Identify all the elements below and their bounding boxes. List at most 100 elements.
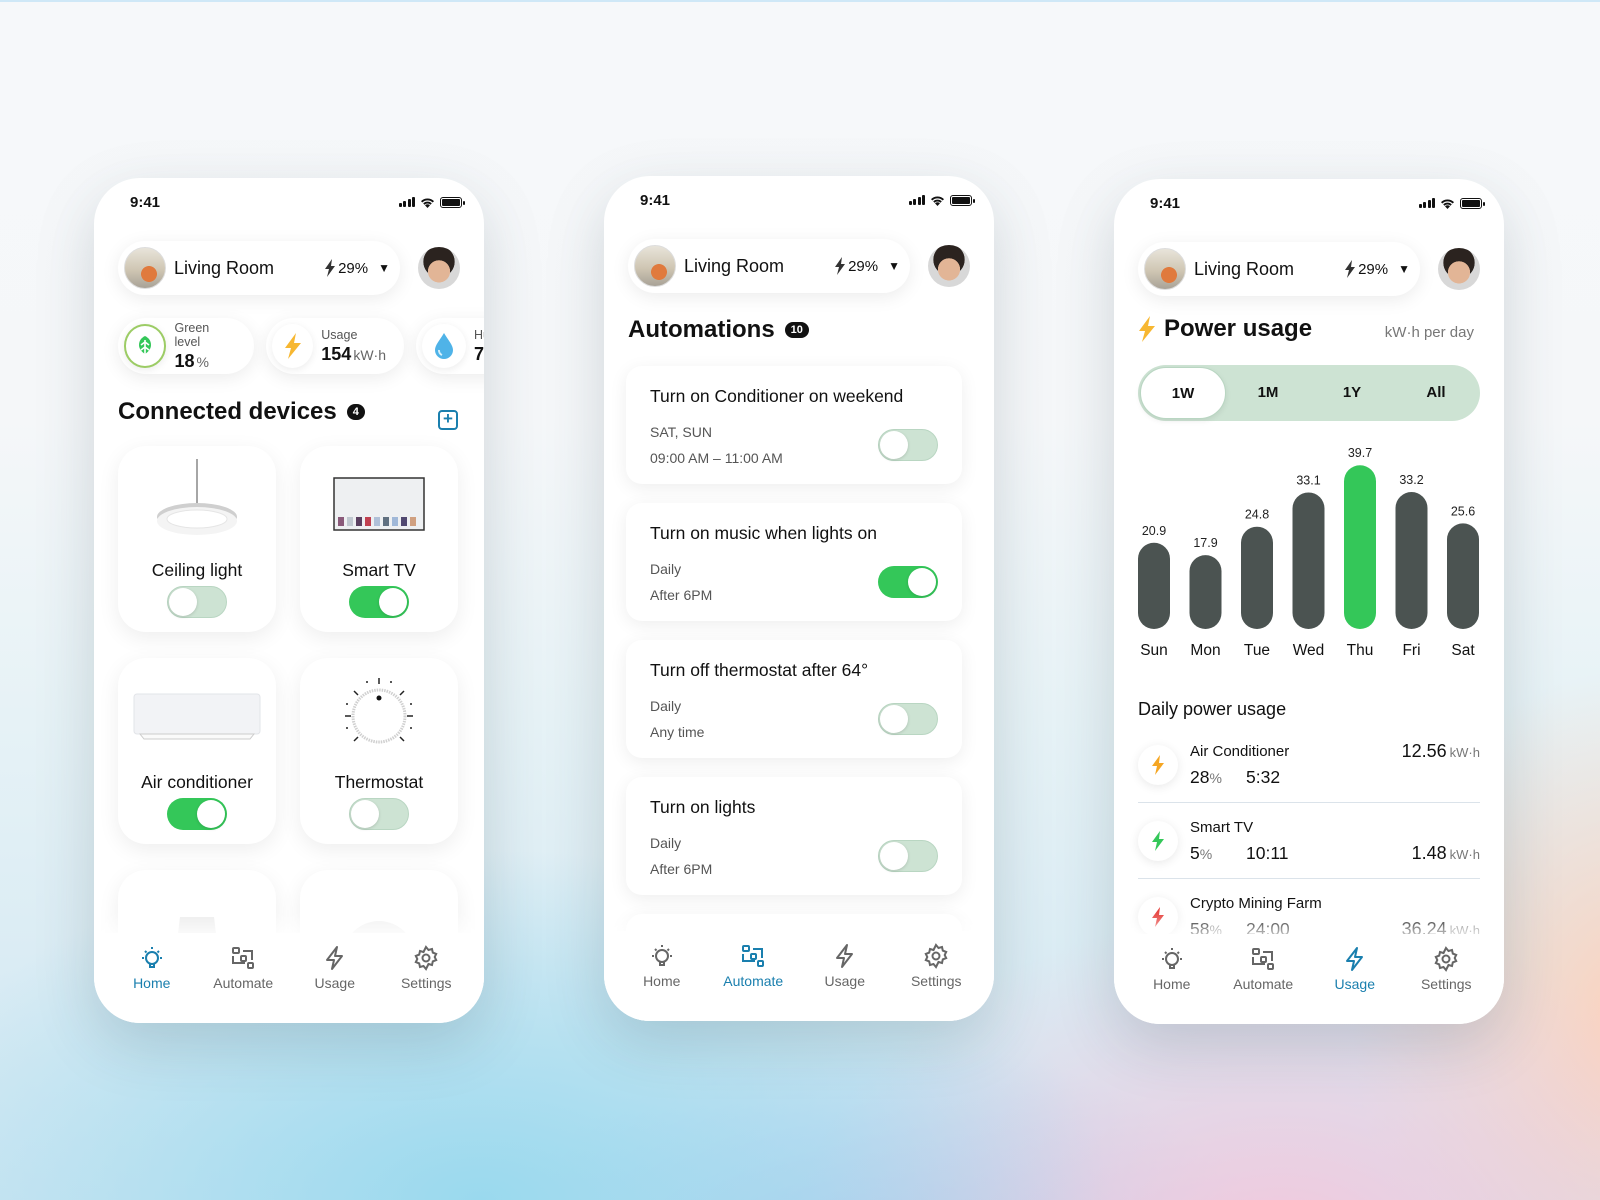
wifi-icon — [421, 197, 434, 208]
chart-bar-wed[interactable] — [1292, 492, 1325, 629]
nav-home[interactable]: Home — [112, 933, 192, 1023]
lightbulb-icon — [651, 945, 672, 966]
device-name: Air conditioner — [141, 772, 253, 792]
room-selector[interactable]: Living Room 29% ▼ — [1138, 242, 1420, 296]
usage-row[interactable]: Smart TV 5% 10:11 1.48 kW·h — [1138, 803, 1480, 879]
device-toggle[interactable] — [167, 586, 227, 618]
gear-icon — [924, 943, 948, 969]
phone-usage-screen: 9:41 Living Room 29% ▼ Power usage kW·h … — [1114, 179, 1504, 1024]
user-avatar[interactable] — [1438, 248, 1480, 290]
device-toggle[interactable] — [349, 798, 409, 830]
automation-card[interactable]: Turn on lights Daily After 6PM — [626, 777, 962, 895]
automation-toggle[interactable] — [878, 703, 938, 735]
room-name: Living Room — [684, 255, 785, 276]
automation-toggle[interactable] — [878, 566, 938, 598]
nav-usage[interactable]: Usage — [295, 933, 375, 1023]
room-thumbnail — [634, 245, 676, 287]
device-card-thermostat[interactable]: Thermostat — [300, 658, 458, 844]
range-tab[interactable]: 1Y — [1310, 367, 1394, 419]
power-usage-chart: 20.9 Sun 17.9 Mon 24.8 Tue 33.1 Wed 39.7 Thu 33.2 F… — [1138, 446, 1479, 659]
room-power-percent: 29% — [848, 257, 879, 275]
automation-toggle[interactable] — [878, 840, 938, 872]
device-toggle[interactable] — [349, 586, 409, 618]
nav-home[interactable]: Home — [622, 931, 702, 1021]
nav-automate[interactable]: Automate — [713, 931, 793, 1021]
device-card-air-conditioner[interactable]: Air conditioner — [118, 658, 276, 844]
user-avatar[interactable] — [928, 245, 970, 287]
chart-bar-sat[interactable] — [1447, 523, 1479, 629]
usage-percent: 5 — [1190, 843, 1200, 863]
bottom-nav: Home Automate Usage Settings — [94, 933, 484, 1023]
nav-settings[interactable]: Settings — [896, 931, 976, 1021]
range-tab[interactable]: All — [1394, 367, 1478, 419]
signal-icon — [1418, 198, 1435, 208]
automation-card[interactable]: Turn on music when lights on Daily After … — [626, 503, 962, 621]
stat-green-level: Green level 18% — [118, 318, 254, 374]
usage-percent: 28 — [1190, 767, 1210, 787]
device-name: Air Conditioner — [1190, 743, 1290, 760]
nav-label: Usage — [314, 975, 355, 991]
nav-settings[interactable]: Settings — [1406, 934, 1486, 1024]
usage-time: 5:32 — [1246, 767, 1281, 787]
smart-tv-image — [300, 456, 458, 551]
thermostat-image — [300, 668, 458, 763]
stat-unit: % — [196, 353, 209, 370]
signal-icon — [398, 197, 415, 207]
nav-label: Usage — [1334, 976, 1375, 992]
room-thumbnail — [1144, 248, 1186, 290]
automation-title: Turn on music when lights on — [650, 523, 877, 543]
chart-bar-thu[interactable] — [1344, 465, 1376, 629]
lightning-icon — [325, 259, 336, 277]
chart-bar-fri[interactable] — [1395, 492, 1428, 629]
range-tab[interactable]: 1W — [1140, 367, 1226, 419]
leaf-icon — [124, 324, 167, 368]
status-time: 9:41 — [640, 191, 671, 209]
nav-label: Settings — [910, 973, 962, 989]
device-toggle[interactable] — [167, 798, 227, 830]
nav-automate[interactable]: Automate — [1223, 934, 1303, 1024]
chart-x-tick: Thu — [1347, 642, 1374, 659]
nav-automate[interactable]: Automate — [203, 933, 283, 1023]
status-bar: 9:41 — [640, 190, 975, 210]
bottom-nav: Home Automate Usage Settings — [604, 931, 994, 1021]
automation-title: Turn on lights — [650, 797, 756, 817]
nav-usage[interactable]: Usage — [1315, 934, 1395, 1024]
room-power-percent: 29% — [1358, 260, 1389, 278]
daily-power-title: Daily power usage — [1138, 699, 1287, 719]
usage-unit: kW·h — [1449, 847, 1480, 862]
room-thumbnail — [124, 247, 166, 289]
automation-card[interactable]: Turn on Conditioner on weekend SAT, SUN 0… — [626, 366, 962, 484]
automation-card[interactable]: Turn off thermostat after 64° Daily Any t… — [626, 640, 962, 758]
nav-label: Home — [133, 975, 171, 991]
room-selector[interactable]: Living Room 29% ▼ — [118, 241, 400, 295]
chart-bar-sun[interactable] — [1138, 542, 1170, 629]
automate-icon — [1252, 948, 1275, 970]
status-bar: 9:41 — [1150, 193, 1485, 213]
device-name: Thermostat — [334, 772, 424, 792]
water-drop-icon — [422, 324, 466, 368]
room-selector[interactable]: Living Room 29% ▼ — [628, 239, 910, 293]
usage-row[interactable]: Air Conditioner 28% 5:32 12.56 kW·h — [1138, 727, 1480, 803]
stat-humidity: Humidity70% — [416, 318, 484, 374]
chart-bar-tue[interactable] — [1241, 526, 1273, 629]
device-name: Ceiling light — [151, 560, 243, 580]
device-card-smart-tv[interactable]: Smart TV — [300, 446, 458, 632]
automation-toggle[interactable] — [878, 429, 938, 461]
nav-usage[interactable]: Usage — [805, 931, 885, 1021]
usage-unit: kW·h — [1449, 745, 1480, 760]
nav-settings[interactable]: Settings — [386, 933, 466, 1023]
range-tab[interactable]: 1M — [1226, 367, 1310, 419]
chart-bar-mon[interactable] — [1189, 555, 1222, 629]
lightning-icon — [1139, 316, 1155, 342]
add-device-button[interactable]: + — [438, 410, 458, 430]
user-avatar[interactable] — [418, 247, 460, 289]
wifi-icon — [1441, 198, 1454, 209]
nav-home[interactable]: Home — [1132, 934, 1212, 1024]
device-card-ceiling-light[interactable]: Ceiling light — [118, 446, 276, 632]
chevron-down-icon: ▼ — [888, 259, 900, 273]
signal-icon — [908, 195, 925, 205]
stat-label: Usage — [321, 327, 358, 342]
stat-usage: Usage 154 kW·h — [266, 318, 404, 374]
usage-time: 10:11 — [1246, 843, 1289, 863]
phone-automate-screen: 9:41 Living Room 29% ▼ Automations 10 Tur… — [604, 176, 994, 1021]
